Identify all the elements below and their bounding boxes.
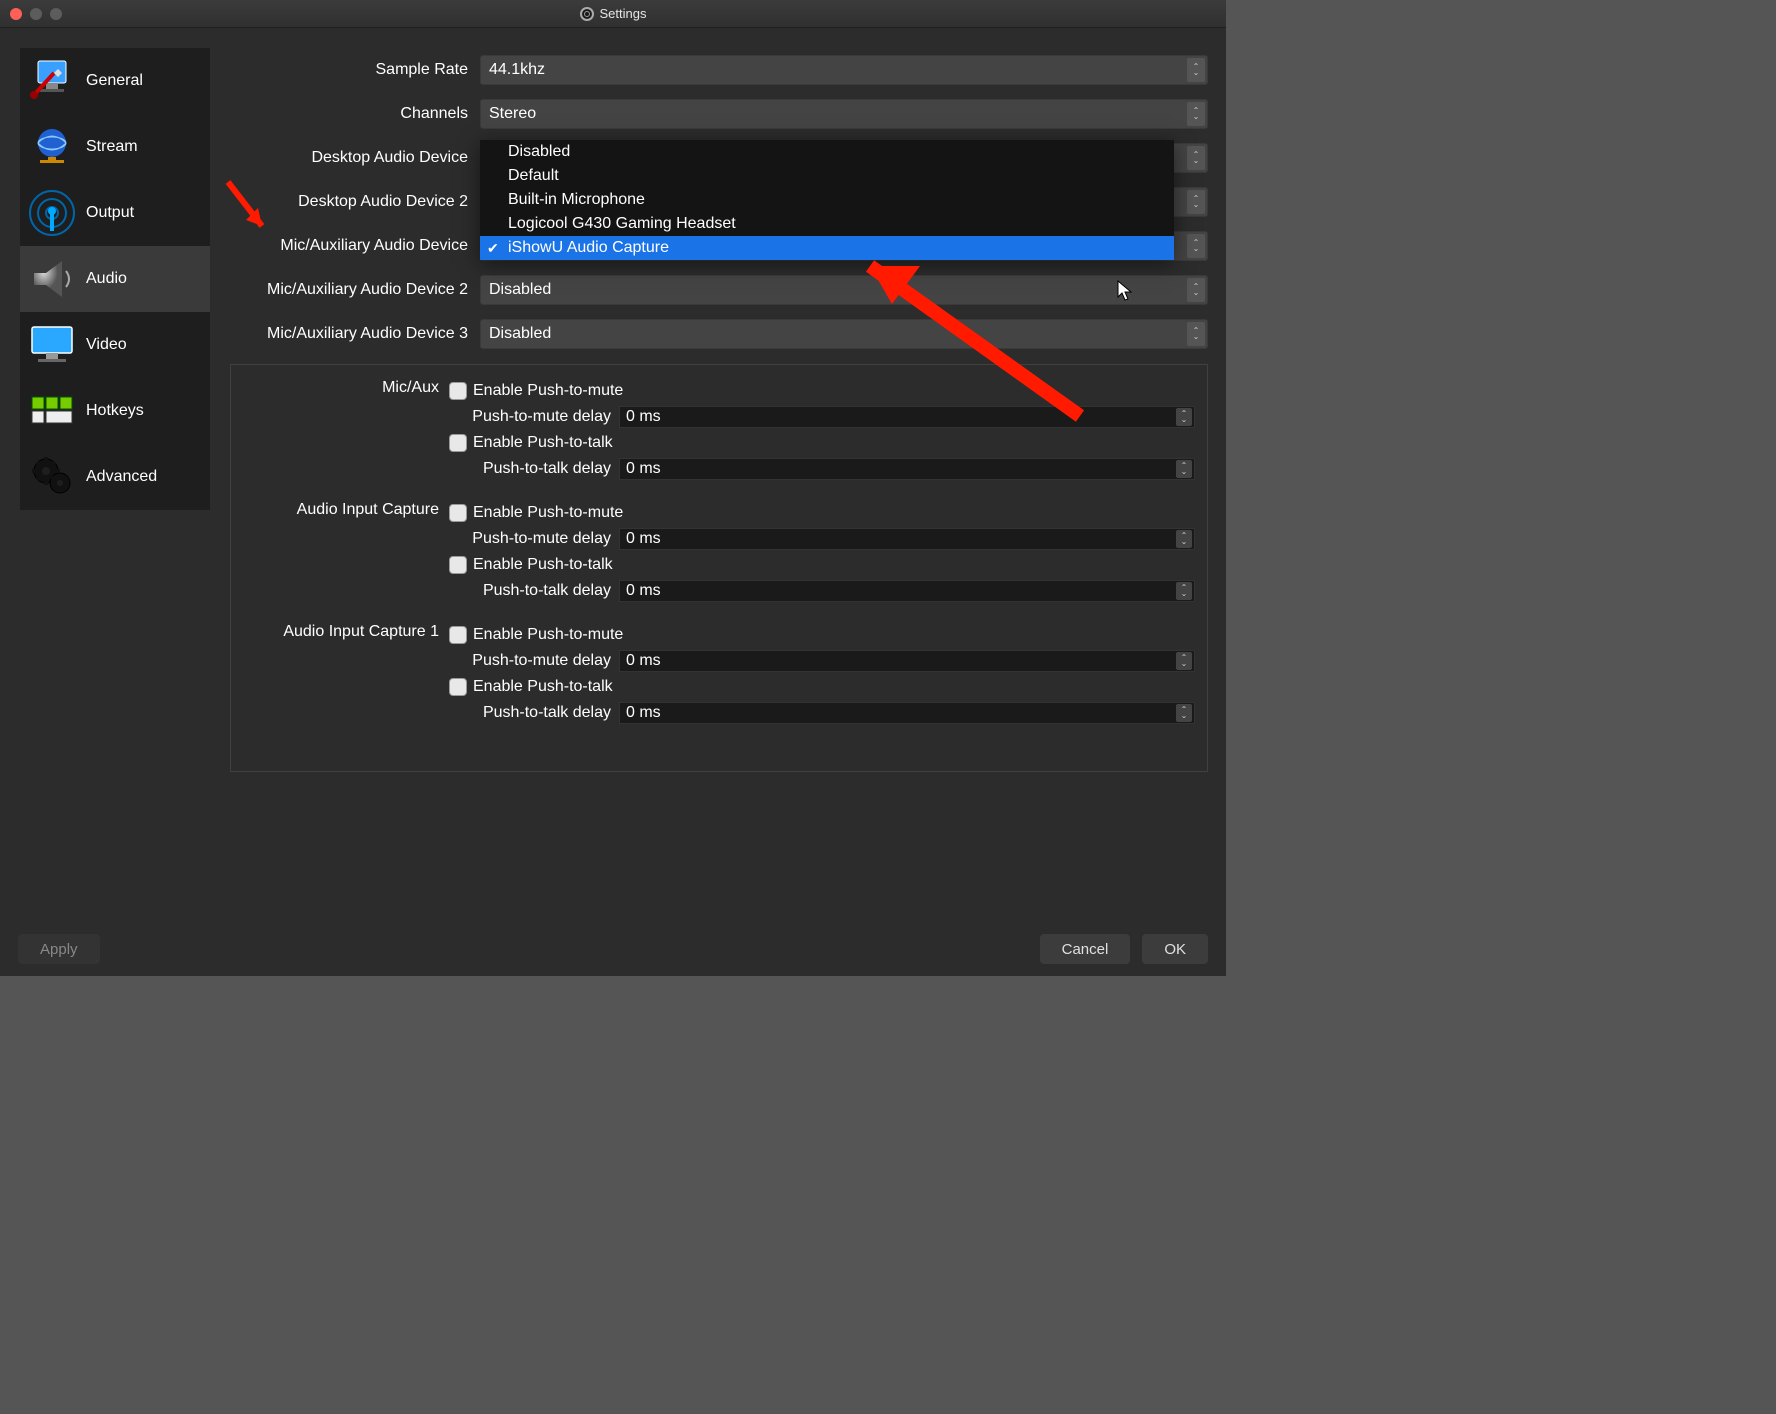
mic-aux2-label: Mic/Auxiliary Audio Device 2 bbox=[230, 281, 480, 299]
sidebar-item-advanced[interactable]: Advanced bbox=[20, 444, 210, 510]
delay-label: Push-to-mute delay bbox=[449, 408, 613, 426]
stepper-icon bbox=[1187, 278, 1205, 302]
sidebar-item-stream[interactable]: Stream bbox=[20, 114, 210, 180]
video-icon bbox=[28, 321, 76, 369]
delay-label: Push-to-talk delay bbox=[449, 582, 613, 600]
apply-button: Apply bbox=[18, 934, 100, 964]
mic-aux2-combo[interactable]: Disabled bbox=[480, 275, 1208, 305]
stepper-icon: ⌃⌄ bbox=[1176, 652, 1192, 670]
annotation-arrow-small bbox=[222, 176, 272, 236]
sidebar-item-output[interactable]: Output bbox=[20, 180, 210, 246]
content-area: General Stream Output bbox=[0, 28, 1226, 976]
titlebar: Settings bbox=[0, 0, 1226, 28]
sidebar: General Stream Output bbox=[20, 48, 210, 906]
hotkey-section-label: Audio Input Capture 1 bbox=[243, 623, 449, 725]
delay-label: Push-to-talk delay bbox=[449, 704, 613, 722]
checkbox-label: Enable Push-to-mute bbox=[473, 626, 623, 644]
sidebar-item-label: Video bbox=[86, 336, 127, 354]
output-icon bbox=[28, 189, 76, 237]
sidebar-item-label: Stream bbox=[86, 138, 138, 156]
dropdown-option[interactable]: Built-in Microphone bbox=[480, 188, 1174, 212]
delay-label: Push-to-mute delay bbox=[449, 652, 613, 670]
stepper-icon: ⌃⌄ bbox=[1176, 704, 1192, 722]
channels-combo[interactable]: Stereo bbox=[480, 99, 1208, 129]
dialog-footer: Apply Cancel OK bbox=[0, 922, 1226, 976]
stepper-icon bbox=[1187, 234, 1205, 258]
checkbox-label: Enable Push-to-mute bbox=[473, 382, 623, 400]
obs-icon bbox=[580, 7, 594, 21]
channels-value: Stereo bbox=[489, 105, 536, 123]
stepper-icon bbox=[1187, 58, 1205, 82]
stepper-icon: ⌃⌄ bbox=[1176, 530, 1192, 548]
stepper-icon: ⌃⌄ bbox=[1176, 408, 1192, 426]
sample-rate-label: Sample Rate bbox=[230, 61, 480, 79]
window-title: Settings bbox=[600, 6, 647, 21]
sidebar-item-label: Hotkeys bbox=[86, 402, 144, 420]
checkbox-label: Enable Push-to-talk bbox=[473, 678, 613, 696]
delay-spinbox[interactable]: 0 ms⌃⌄ bbox=[619, 580, 1195, 602]
mic-aux-dropdown: DisabledDefaultBuilt-in MicrophoneLogico… bbox=[480, 140, 1174, 260]
cancel-button[interactable]: Cancel bbox=[1040, 934, 1131, 964]
checkbox[interactable] bbox=[449, 434, 467, 452]
checkbox-label: Enable Push-to-talk bbox=[473, 556, 613, 574]
mic-aux3-combo[interactable]: Disabled bbox=[480, 319, 1208, 349]
channels-label: Channels bbox=[230, 105, 480, 123]
sidebar-item-general[interactable]: General bbox=[20, 48, 210, 114]
maximize-window-button[interactable] bbox=[50, 8, 62, 20]
stepper-icon bbox=[1187, 322, 1205, 346]
dropdown-option[interactable]: Logicool G430 Gaming Headset bbox=[480, 212, 1174, 236]
close-window-button[interactable] bbox=[10, 8, 22, 20]
dropdown-option[interactable]: Default bbox=[480, 164, 1174, 188]
checkbox[interactable] bbox=[449, 626, 467, 644]
mic-aux2-value: Disabled bbox=[489, 281, 551, 299]
sample-rate-value: 44.1khz bbox=[489, 61, 545, 79]
sample-rate-combo[interactable]: 44.1khz bbox=[480, 55, 1208, 85]
sidebar-item-label: Advanced bbox=[86, 468, 157, 486]
window-controls bbox=[10, 8, 62, 20]
stepper-icon bbox=[1187, 190, 1205, 214]
hotkey-section-label: Audio Input Capture bbox=[243, 501, 449, 603]
sidebar-item-label: Audio bbox=[86, 270, 127, 288]
sidebar-item-label: Output bbox=[86, 204, 134, 222]
checkbox[interactable] bbox=[449, 556, 467, 574]
sidebar-item-audio[interactable]: Audio bbox=[20, 246, 210, 312]
hotkey-section: Audio Input Capture 1 Enable Push-to-mute… bbox=[243, 623, 1195, 725]
hotkeys-icon bbox=[28, 387, 76, 435]
delay-spinbox[interactable]: 0 ms⌃⌄ bbox=[619, 528, 1195, 550]
hotkey-section: Audio Input Capture Enable Push-to-mute Pu… bbox=[243, 501, 1195, 603]
hotkey-section-label: Mic/Aux bbox=[243, 379, 449, 481]
delay-spinbox[interactable]: 0 ms⌃⌄ bbox=[619, 650, 1195, 672]
stepper-icon: ⌃⌄ bbox=[1176, 460, 1192, 478]
stream-icon bbox=[28, 123, 76, 171]
delay-spinbox[interactable]: 0 ms⌃⌄ bbox=[619, 458, 1195, 480]
ok-button[interactable]: OK bbox=[1142, 934, 1208, 964]
checkbox-label: Enable Push-to-talk bbox=[473, 434, 613, 452]
advanced-icon bbox=[28, 453, 76, 501]
checkbox[interactable] bbox=[449, 678, 467, 696]
delay-spinbox[interactable]: 0 ms⌃⌄ bbox=[619, 702, 1195, 724]
desktop-audio-label: Desktop Audio Device bbox=[230, 149, 480, 167]
mic-aux-label: Mic/Auxiliary Audio Device bbox=[230, 237, 480, 255]
stepper-icon: ⌃⌄ bbox=[1176, 582, 1192, 600]
audio-icon bbox=[28, 255, 76, 303]
checkbox[interactable] bbox=[449, 382, 467, 400]
delay-label: Push-to-talk delay bbox=[449, 460, 613, 478]
annotation-arrow-large bbox=[850, 246, 1090, 426]
sidebar-item-hotkeys[interactable]: Hotkeys bbox=[20, 378, 210, 444]
checkbox-label: Enable Push-to-mute bbox=[473, 504, 623, 522]
checkbox[interactable] bbox=[449, 504, 467, 522]
mouse-cursor-icon bbox=[1117, 280, 1135, 302]
stepper-icon bbox=[1187, 102, 1205, 126]
sidebar-item-video[interactable]: Video bbox=[20, 312, 210, 378]
stepper-icon bbox=[1187, 146, 1205, 170]
mic-aux3-value: Disabled bbox=[489, 325, 551, 343]
general-icon bbox=[28, 57, 76, 105]
dropdown-option[interactable]: Disabled bbox=[480, 140, 1174, 164]
minimize-window-button[interactable] bbox=[30, 8, 42, 20]
sidebar-item-label: General bbox=[86, 72, 143, 90]
mic-aux3-label: Mic/Auxiliary Audio Device 3 bbox=[230, 325, 480, 343]
settings-window: Settings General Stream bbox=[0, 0, 1226, 976]
delay-label: Push-to-mute delay bbox=[449, 530, 613, 548]
